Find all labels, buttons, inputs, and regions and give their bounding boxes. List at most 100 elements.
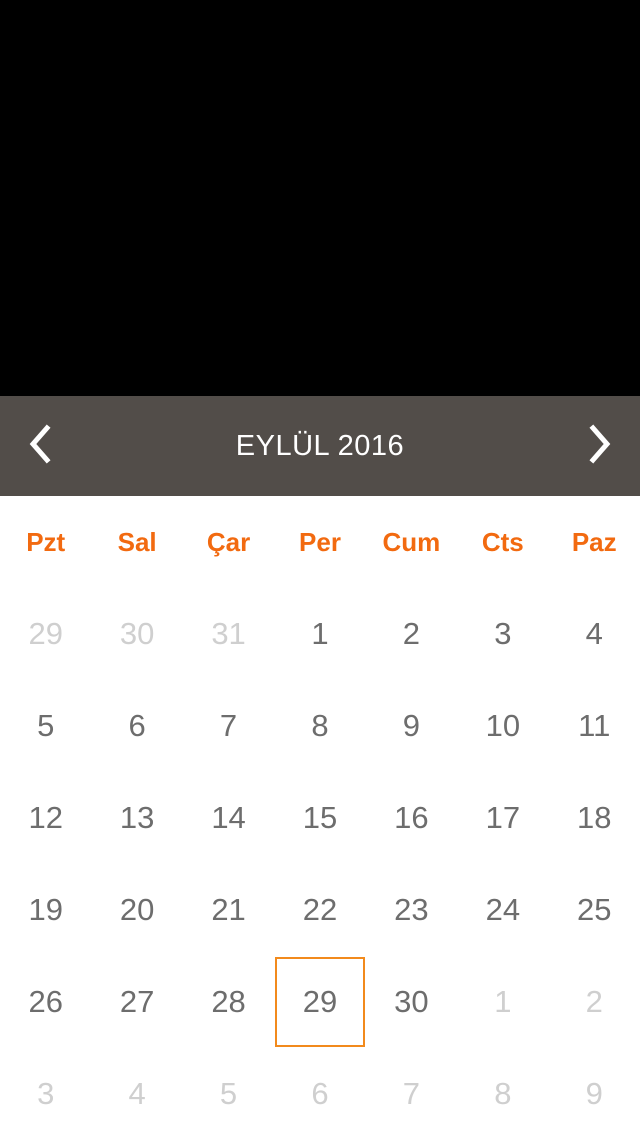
- day-cell[interactable]: 5: [183, 1048, 274, 1140]
- day-number: 10: [485, 708, 521, 743]
- day-number: 2: [402, 616, 421, 651]
- calendar-header: EYLÜL 2016: [0, 396, 640, 496]
- day-number: 4: [128, 1076, 146, 1111]
- day-cell[interactable]: 26: [0, 956, 91, 1048]
- day-cell[interactable]: 8: [457, 1048, 548, 1140]
- weekday-label: Cum: [382, 526, 441, 557]
- weekday-label: Per: [299, 526, 341, 557]
- day-number: 21: [211, 892, 246, 927]
- day-cell[interactable]: 28: [183, 956, 274, 1048]
- day-cell[interactable]: 30: [91, 588, 182, 680]
- day-cell[interactable]: 1: [457, 956, 548, 1048]
- day-cell[interactable]: 11: [549, 680, 640, 772]
- day-number: 25: [577, 892, 612, 927]
- day-cell[interactable]: 4: [91, 1048, 182, 1140]
- day-cell[interactable]: 14: [183, 772, 274, 864]
- day-cell[interactable]: 17: [457, 772, 548, 864]
- day-number: 5: [37, 708, 55, 743]
- weekday-label: Çar: [206, 526, 251, 557]
- day-number: 31: [211, 616, 246, 651]
- day-cell[interactable]: 8: [274, 680, 365, 772]
- day-cell[interactable]: 2: [549, 956, 640, 1048]
- day-number: 5: [219, 1076, 238, 1111]
- day-cell[interactable]: 24: [457, 864, 548, 956]
- day-number: 2: [585, 984, 603, 1019]
- day-cell[interactable]: 19: [0, 864, 91, 956]
- day-cell[interactable]: 27: [91, 956, 182, 1048]
- day-number: 1: [311, 616, 329, 651]
- day-number: 24: [485, 892, 521, 927]
- day-number: 20: [119, 892, 155, 927]
- day-number: 8: [311, 708, 329, 743]
- day-cell[interactable]: 9: [549, 1048, 640, 1140]
- weekday-label: Pzt: [26, 526, 66, 557]
- day-cell[interactable]: 13: [91, 772, 182, 864]
- calendar-week-row: 3 4 5 6 7 8 9: [0, 1048, 640, 1140]
- day-cell[interactable]: 12: [0, 772, 91, 864]
- day-number: 30: [119, 616, 155, 651]
- day-number: 16: [394, 800, 429, 835]
- selected-day-cell[interactable]: 29: [274, 956, 365, 1048]
- calendar-week-row: 26 27 28 29 30 1 2: [0, 956, 640, 1048]
- day-number: 30: [394, 984, 429, 1019]
- day-number: 4: [585, 616, 603, 651]
- day-cell[interactable]: 7: [183, 680, 274, 772]
- day-number: 6: [128, 708, 146, 743]
- day-cell[interactable]: 6: [274, 1048, 365, 1140]
- day-cell[interactable]: 30: [366, 956, 457, 1048]
- day-cell[interactable]: 6: [91, 680, 182, 772]
- month-title: EYLÜL 2016: [235, 429, 405, 462]
- day-number: 26: [28, 984, 63, 1019]
- calendar-week-row: 29 30 31 1 2 3 4: [0, 588, 640, 680]
- day-number: 13: [119, 800, 155, 835]
- prev-month-button[interactable]: [0, 396, 80, 496]
- day-number: 29: [28, 616, 63, 651]
- weekday-label: Paz: [571, 526, 617, 557]
- calendar-week-row: 5 6 7 8 9 10 11: [0, 680, 640, 772]
- day-number: 17: [485, 800, 521, 835]
- day-cell[interactable]: 21: [183, 864, 274, 956]
- day-cell[interactable]: 3: [0, 1048, 91, 1140]
- day-cell[interactable]: 1: [274, 588, 365, 680]
- day-number: 8: [494, 1076, 512, 1111]
- day-number: 18: [577, 800, 612, 835]
- day-number: 19: [28, 892, 63, 927]
- day-cell[interactable]: 7: [366, 1048, 457, 1140]
- calendar-week-row: 19 20 21 22 23 24 25: [0, 864, 640, 956]
- day-number: 3: [494, 616, 512, 651]
- day-cell[interactable]: 20: [91, 864, 182, 956]
- day-cell[interactable]: 4: [549, 588, 640, 680]
- day-cell[interactable]: 31: [183, 588, 274, 680]
- day-cell[interactable]: 29: [0, 588, 91, 680]
- day-cell[interactable]: 15: [274, 772, 365, 864]
- day-number: 22: [302, 892, 338, 927]
- day-number: 9: [585, 1076, 603, 1111]
- weekday-row: Pzt Sal Çar Per Cum Cts Paz: [0, 496, 640, 588]
- day-number: 27: [119, 984, 155, 1019]
- day-cell[interactable]: 2: [366, 588, 457, 680]
- day-number: 7: [219, 708, 238, 743]
- day-cell[interactable]: 22: [274, 864, 365, 956]
- day-cell[interactable]: 16: [366, 772, 457, 864]
- chevron-left-icon: [25, 423, 55, 469]
- day-number: 1: [494, 984, 512, 1019]
- day-cell[interactable]: 5: [0, 680, 91, 772]
- day-number: 7: [402, 1076, 421, 1111]
- top-black-area: [0, 0, 640, 396]
- chevron-right-icon: [585, 423, 615, 469]
- day-number: 12: [28, 800, 63, 835]
- day-number: 11: [578, 708, 611, 743]
- day-cell[interactable]: 25: [549, 864, 640, 956]
- day-number: 28: [211, 984, 246, 1019]
- day-cell[interactable]: 10: [457, 680, 548, 772]
- day-number: 9: [402, 708, 421, 743]
- day-cell[interactable]: 3: [457, 588, 548, 680]
- day-cell[interactable]: 9: [366, 680, 457, 772]
- calendar-week-row: 12 13 14 15 16 17 18: [0, 772, 640, 864]
- day-number: 6: [311, 1076, 329, 1111]
- day-cell[interactable]: 23: [366, 864, 457, 956]
- weekday-label: Cts: [481, 526, 524, 557]
- next-month-button[interactable]: [560, 396, 640, 496]
- day-cell[interactable]: 18: [549, 772, 640, 864]
- day-number: 15: [302, 800, 338, 835]
